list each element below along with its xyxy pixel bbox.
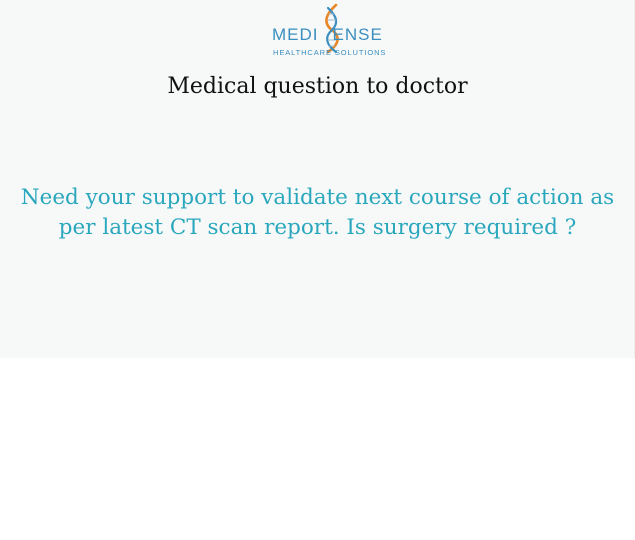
medisense-logo: MEDI ENSE HEALTHCARE SOLUTIONS <box>272 2 392 60</box>
question-card: MEDI ENSE HEALTHCARE SOLUTIONS Medical qu… <box>0 0 635 358</box>
page-title: Medical question to doctor <box>167 74 468 99</box>
logo-wordmark-right: ENSE <box>332 25 383 44</box>
question-text: Need your support to validate next cours… <box>20 185 615 240</box>
logo-tagline: HEALTHCARE SOLUTIONS <box>273 48 387 57</box>
logo-wordmark: MEDI ENSE <box>272 26 383 44</box>
logo-wordmark-left: MEDI <box>272 25 319 44</box>
